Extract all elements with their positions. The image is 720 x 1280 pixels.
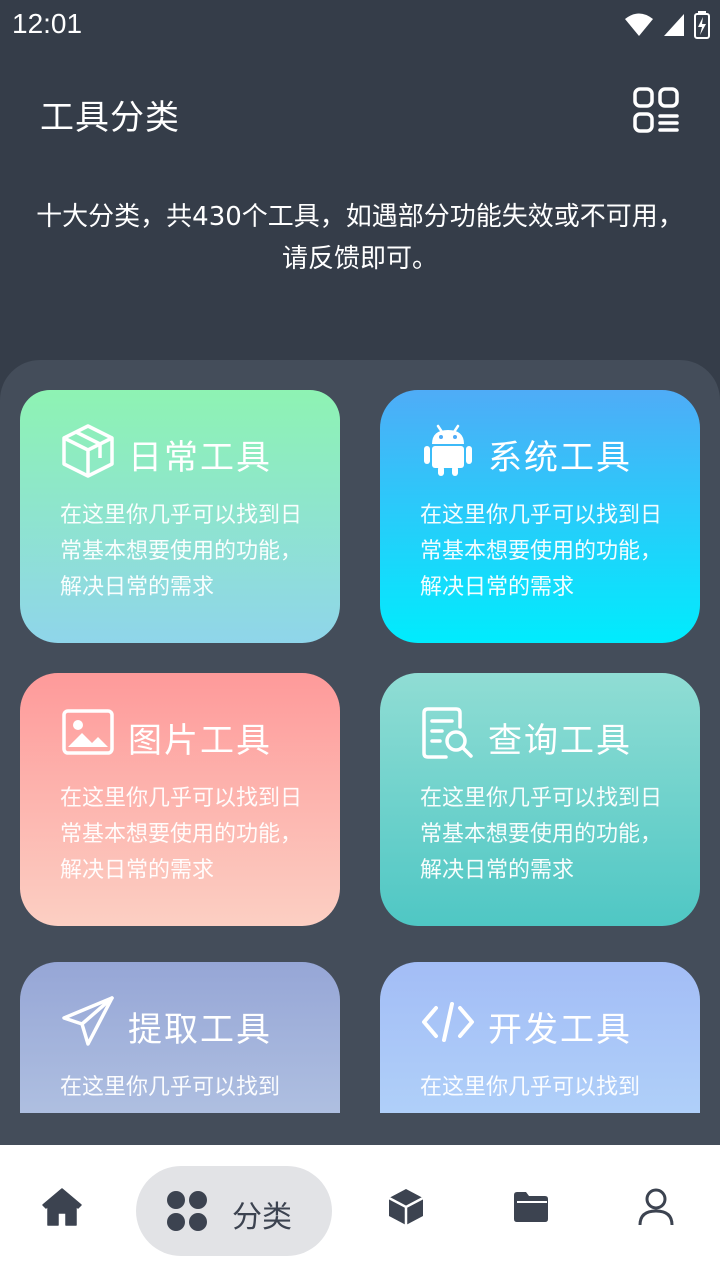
header-menu-button[interactable] (632, 86, 680, 134)
category-description: 在这里你几乎可以找到日常基本想要使用的功能，解决日常的需求 (60, 503, 303, 600)
status-time: 12:01 (12, 8, 83, 39)
paper-plane-icon (62, 996, 114, 1046)
bottom-navigation: 分类 (0, 1145, 720, 1280)
nav-box[interactable] (374, 1175, 438, 1239)
category-title: 提取工具 (128, 1010, 272, 1050)
category-title: 日常工具 (128, 438, 272, 478)
nav-home[interactable] (30, 1175, 94, 1239)
category-description: 在这里你几乎可以找到日常基本想要使用的功能，解决日常的需求 (420, 786, 663, 883)
category-panel: 日常工具 在这里你几乎可以找到日常基本想要使用的功能，解决日常的需求 系统工具 … (0, 360, 720, 1150)
category-title: 开发工具 (488, 1010, 632, 1050)
nav-category-label: 分类 (232, 1200, 292, 1235)
category-description: 在这里你几乎可以找到日常基本想要使用的功能，解决日常的需求 (60, 786, 303, 883)
category-card-query[interactable]: 查询工具 在这里你几乎可以找到日常基本想要使用的功能，解决日常的需求 (380, 673, 700, 926)
category-card-extract[interactable]: 提取工具 在这里你几乎可以找到 (20, 962, 340, 1113)
android-icon (424, 424, 472, 476)
box-icon (388, 1189, 424, 1225)
category-card-system[interactable]: 系统工具 在这里你几乎可以找到日常基本想要使用的功能，解决日常的需求 (380, 390, 700, 643)
home-icon (42, 1188, 82, 1226)
page-description: 十大分类，共430个工具，如遇部分功能失效或不可用，请反馈即可。 (36, 202, 684, 274)
category-title: 图片工具 (128, 721, 272, 761)
category-grid[interactable]: 日常工具 在这里你几乎可以找到日常基本想要使用的功能，解决日常的需求 系统工具 … (0, 390, 720, 1113)
battery-icon (694, 11, 710, 39)
cube-icon (62, 424, 114, 478)
category-card-dev[interactable]: 开发工具 在这里你几乎可以找到 (380, 962, 700, 1113)
folder-icon (514, 1192, 548, 1222)
document-search-icon (422, 707, 473, 759)
category-description: 在这里你几乎可以找到 (60, 1075, 281, 1100)
code-icon (422, 1002, 474, 1042)
nav-profile[interactable] (624, 1175, 688, 1239)
category-description: 在这里你几乎可以找到日常基本想要使用的功能，解决日常的需求 (420, 503, 663, 600)
status-bar: 12:01 (0, 0, 720, 50)
header: 工具分类 (0, 60, 720, 170)
category-description: 在这里你几乎可以找到 (420, 1075, 641, 1100)
category-title: 查询工具 (488, 721, 632, 761)
user-icon (638, 1188, 674, 1226)
grid-menu-icon (633, 87, 679, 133)
image-icon (62, 709, 114, 755)
wifi-icon (625, 13, 653, 36)
status-icons (624, 10, 710, 40)
category-grid-icon (167, 1191, 207, 1231)
nav-folder[interactable] (499, 1175, 563, 1239)
page-title: 工具分类 (40, 98, 180, 138)
category-card-daily[interactable]: 日常工具 在这里你几乎可以找到日常基本想要使用的功能，解决日常的需求 (20, 390, 340, 643)
category-title: 系统工具 (488, 438, 632, 478)
category-card-image[interactable]: 图片工具 在这里你几乎可以找到日常基本想要使用的功能，解决日常的需求 (20, 673, 340, 926)
signal-icon (664, 14, 684, 36)
nav-category-active[interactable]: 分类 (136, 1166, 332, 1256)
